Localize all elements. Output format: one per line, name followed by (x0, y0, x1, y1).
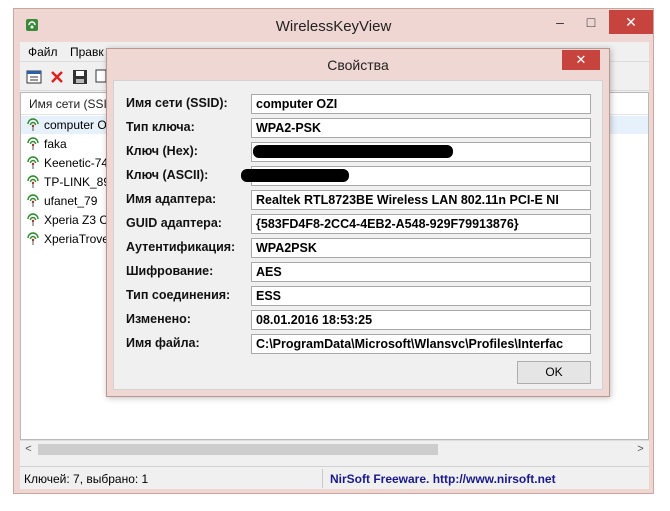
list-item-label: Xperia Z3 Co (44, 213, 115, 227)
status-divider (322, 469, 323, 488)
scroll-right-icon[interactable]: > (632, 441, 649, 458)
column-header-ssid[interactable]: Имя сети (SSID (29, 97, 116, 111)
minimize-button[interactable]: – (545, 10, 575, 34)
label-connection-type: Тип соединения: (126, 288, 231, 302)
list-item-label: TP-LINK_89 (44, 175, 111, 189)
label-adapter-name: Имя адаптера: (126, 192, 217, 206)
menu-edit[interactable]: Правк (70, 45, 104, 59)
label-encryption: Шифрование: (126, 264, 214, 278)
properties-icon[interactable] (24, 67, 44, 87)
save-icon[interactable] (70, 67, 90, 87)
wifi-icon (27, 156, 39, 169)
label-ssid: Имя сети (SSID): (126, 96, 228, 110)
field-ssid[interactable]: computer OZI (251, 94, 591, 114)
redaction-mark (253, 145, 453, 158)
label-adapter-guid: GUID адаптера: (126, 216, 222, 230)
wifi-icon (27, 175, 39, 188)
wifi-icon (27, 213, 39, 226)
ok-button[interactable]: OK (517, 361, 591, 384)
redaction-mark (241, 169, 349, 182)
status-link[interactable]: NirSoft Freeware. http://www.nirsoft.net (330, 472, 556, 486)
wifi-icon (27, 194, 39, 207)
properties-dialog: Свойства ✕ Имя сети (SSID): computer OZI Т… (106, 48, 610, 397)
list-item-label: faka (44, 137, 67, 151)
dialog-body: Имя сети (SSID): computer OZI Тип ключа: WP… (113, 80, 603, 390)
wifi-icon (27, 137, 39, 150)
maximize-button[interactable]: □ (576, 10, 606, 34)
close-button[interactable]: ✕ (609, 10, 653, 34)
label-file-name: Имя файла: (126, 336, 200, 350)
field-file-name[interactable]: C:\ProgramData\Microsoft\Wlansvc\Profile… (251, 334, 591, 354)
scroll-thumb[interactable] (38, 444, 438, 455)
scroll-left-icon[interactable]: < (20, 441, 37, 458)
label-authentication: Аутентификация: (126, 240, 236, 254)
field-key-type[interactable]: WPA2-PSK (251, 118, 591, 138)
dialog-close-button[interactable]: ✕ (562, 50, 600, 70)
wifi-icon (27, 118, 39, 131)
list-item-label: XperiaTrove (44, 232, 109, 246)
label-key-ascii: Ключ (ASCII): (126, 168, 209, 182)
field-modified[interactable]: 08.01.2016 18:53:25 (251, 310, 591, 330)
status-count: Ключей: 7, выбрано: 1 (24, 472, 149, 486)
label-key-hex: Ключ (Hex): (126, 144, 198, 158)
list-item-label: computer O (44, 118, 107, 132)
wifi-icon (27, 232, 39, 245)
status-bar: Ключей: 7, выбрано: 1 NirSoft Freeware. … (20, 466, 649, 489)
label-key-type: Тип ключа: (126, 120, 195, 134)
label-modified: Изменено: (126, 312, 191, 326)
field-adapter-guid[interactable]: {583FD4F8-2CC4-4EB2-A548-929F79913876} (251, 214, 591, 234)
field-adapter-name[interactable]: Realtek RTL8723BE Wireless LAN 802.11n P… (251, 190, 591, 210)
field-encryption[interactable]: AES (251, 262, 591, 282)
menu-file[interactable]: Файл (28, 45, 58, 59)
horizontal-scrollbar[interactable]: < > (20, 440, 649, 457)
field-authentication[interactable]: WPA2PSK (251, 238, 591, 258)
list-item-label: ufanet_79 (44, 194, 98, 208)
title-bar[interactable]: WirelessKeyView – □ ✕ (14, 9, 653, 41)
delete-icon[interactable] (47, 67, 67, 87)
field-connection-type[interactable]: ESS (251, 286, 591, 306)
dialog-title: Свойства (327, 57, 389, 73)
list-item-label: Keenetic-74 (44, 156, 109, 170)
